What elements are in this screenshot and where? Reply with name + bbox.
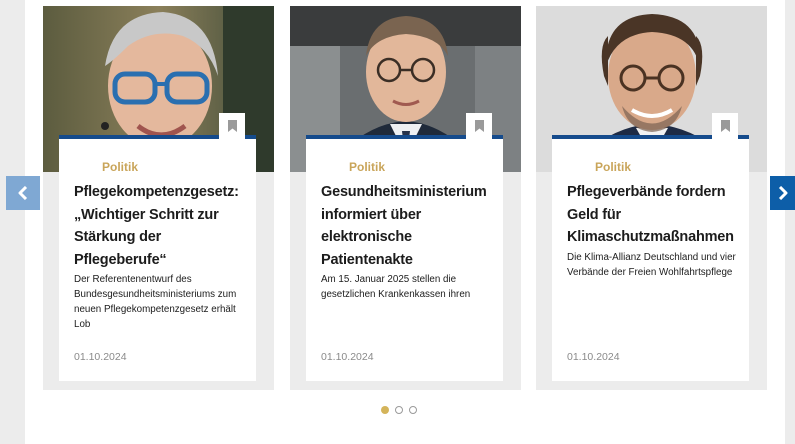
article-headline[interactable]: Pflegeverbände fordern Geld für Klimasch… xyxy=(567,181,739,280)
carousel-next-button[interactable] xyxy=(770,176,795,210)
pagination-dot[interactable] xyxy=(395,406,403,414)
pagination-dot-active[interactable] xyxy=(381,406,389,414)
bookmark-button[interactable] xyxy=(466,113,492,139)
article-date: 01.10.2024 xyxy=(74,351,127,363)
bookmark-button[interactable] xyxy=(712,113,738,139)
article-teaser: Die Klima-Allianz Deutschland und vier V… xyxy=(567,251,736,278)
chevron-left-icon xyxy=(18,186,28,200)
article-category[interactable]: Politik xyxy=(595,160,631,174)
headline-text[interactable]: Pflegeverbände fordern Geld für Klimasch… xyxy=(567,181,739,249)
carousel-prev-button[interactable] xyxy=(6,176,40,210)
article-card[interactable]: Politik Pflegeverbände fordern Geld für … xyxy=(536,6,767,390)
article-content: Politik Pflegeverbände fordern Geld für … xyxy=(552,113,749,381)
article-teaser: Der Referentenentwurf des Bundesgesundhe… xyxy=(74,274,237,330)
article-card[interactable]: Politik Pflegekompetenzgesetz: „Wichtige… xyxy=(43,6,274,390)
article-card[interactable]: Politik Gesundheitsministerium informier… xyxy=(290,6,521,390)
bookmark-icon xyxy=(720,120,730,132)
bookmark-button[interactable] xyxy=(219,113,245,139)
chevron-right-icon xyxy=(778,186,787,200)
article-headline[interactable]: Gesundheitsministerium informiert über e… xyxy=(321,181,493,302)
article-teaser: Am 15. Januar 2025 stellen die gesetzlic… xyxy=(321,274,471,300)
bookmark-icon xyxy=(227,120,237,132)
article-content: Politik Pflegekompetenzgesetz: „Wichtige… xyxy=(59,113,256,381)
headline-text[interactable]: Pflegekompetenzgesetz: „Wichtiger Schrit… xyxy=(74,181,246,271)
article-category[interactable]: Politik xyxy=(102,160,138,174)
article-category[interactable]: Politik xyxy=(349,160,385,174)
article-content: Politik Gesundheitsministerium informier… xyxy=(306,113,503,381)
headline-text[interactable]: Gesundheitsministerium informiert über e… xyxy=(321,181,493,271)
article-date: 01.10.2024 xyxy=(567,351,620,363)
article-date: 01.10.2024 xyxy=(321,351,374,363)
pagination-dot[interactable] xyxy=(409,406,417,414)
bookmark-icon xyxy=(474,120,484,132)
article-headline[interactable]: Pflegekompetenzgesetz: „Wichtiger Schrit… xyxy=(74,181,246,332)
carousel-pagination xyxy=(381,406,417,414)
